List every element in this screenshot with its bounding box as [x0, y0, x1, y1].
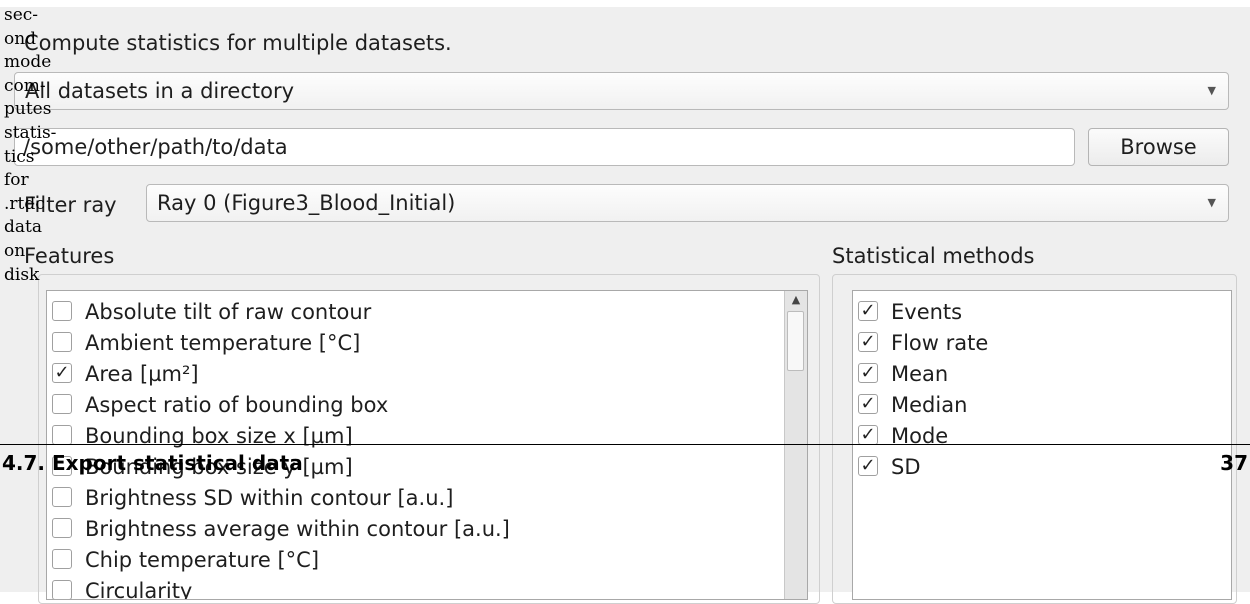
export-statistics-dialog: Compute statistics for multiple datasets… [0, 7, 1250, 604]
margin-note-line: on [4, 240, 26, 261]
methods-list[interactable]: ✓ Events ✓ Flow rate ✓ Mean ✓ Median ✓ Mode ✓… [852, 290, 1232, 600]
feature-label: Area [µm²] [85, 362, 199, 386]
scrollbar-thumb[interactable] [787, 311, 804, 371]
feature-item[interactable]: Aspect ratio of bounding box [47, 390, 807, 421]
mode-select[interactable]: All datasets in a directory ▼ [14, 72, 1229, 110]
method-item[interactable]: ✓ SD [853, 452, 1231, 483]
checkbox[interactable] [52, 394, 72, 414]
chevron-down-icon: ▼ [1207, 196, 1216, 209]
features-scrollbar[interactable]: ▲ [784, 291, 807, 599]
margin-note-line: putes [4, 99, 52, 120]
method-item[interactable]: ✓ Mode [853, 421, 1231, 452]
feature-label: Bounding box size x [µm] [85, 424, 353, 448]
footer-rule [0, 444, 1250, 445]
checkbox[interactable] [52, 518, 72, 538]
feature-item[interactable]: Brightness SD within contour [a.u.] [47, 483, 807, 514]
methods-title: Statistical methods [832, 244, 1035, 268]
feature-item[interactable]: ✓ Area [µm²] [47, 359, 807, 390]
checkbox[interactable] [52, 425, 72, 445]
margin-note-line: ond [4, 28, 37, 49]
checkbox[interactable] [52, 487, 72, 507]
method-label: Median [891, 393, 968, 417]
feature-item[interactable]: Bounding box size x [µm] [47, 421, 807, 452]
path-input[interactable]: /some/other/path/to/data [14, 128, 1075, 166]
method-label: SD [891, 455, 921, 479]
feature-item[interactable]: Absolute tilt of raw contour [47, 297, 807, 328]
method-label: Flow rate [891, 331, 989, 355]
feature-item[interactable]: Brightness average within contour [a.u.] [47, 514, 807, 545]
checkbox[interactable] [52, 549, 72, 569]
method-item[interactable]: ✓ Flow rate [853, 328, 1231, 359]
method-item[interactable]: ✓ Median [853, 390, 1231, 421]
checkbox[interactable] [52, 301, 72, 321]
method-label: Mean [891, 362, 949, 386]
feature-item[interactable]: Chip temperature [°C] [47, 545, 807, 576]
features-list[interactable]: Absolute tilt of raw contour Ambient tem… [46, 290, 808, 600]
method-item[interactable]: ✓ Events [853, 297, 1231, 328]
feature-label: Brightness average within contour [a.u.] [85, 517, 510, 541]
checkbox[interactable]: ✓ [858, 394, 878, 414]
feature-item[interactable]: Ambient temperature [°C] [47, 328, 807, 359]
margin-note: sec- ond mode com- putes statis- tics fo… [4, 4, 57, 287]
margin-note-line: mode [4, 52, 52, 73]
filter-ray-value: Ray 0 (Figure3_Blood_Initial) [157, 191, 456, 215]
checkbox[interactable]: ✓ [52, 363, 72, 383]
feature-label: Chip temperature [°C] [85, 548, 320, 572]
checkbox[interactable]: ✓ [858, 363, 878, 383]
method-item[interactable]: ✓ Mean [853, 359, 1231, 390]
checkbox[interactable] [52, 580, 72, 599]
checkbox[interactable] [52, 332, 72, 352]
checkbox[interactable]: ✓ [858, 425, 878, 445]
feature-label: Circularity [85, 579, 193, 600]
browse-button[interactable]: Browse [1088, 128, 1229, 166]
checkbox[interactable]: ✓ [858, 332, 878, 352]
dialog-heading: Compute statistics for multiple datasets… [24, 31, 452, 55]
margin-note-line: statis- [4, 122, 57, 143]
chevron-down-icon: ▼ [1207, 84, 1216, 97]
margin-note-line: for [4, 170, 29, 191]
mode-select-value: All datasets in a directory [25, 79, 295, 103]
checkbox[interactable]: ✓ [858, 301, 878, 321]
margin-note-line: disk [4, 264, 40, 285]
feature-label: Brightness SD within contour [a.u.] [85, 486, 454, 510]
margin-note-line: .rtdc [4, 193, 45, 214]
margin-note-line: tics [4, 146, 35, 167]
footer-section-title: 4.7. Export statistical data [2, 451, 303, 475]
margin-note-line: data [4, 217, 42, 238]
method-label: Mode [891, 424, 949, 448]
feature-label: Ambient temperature [°C] [85, 331, 361, 355]
margin-note-line: com- [4, 75, 46, 96]
arrow-up-icon[interactable]: ▲ [785, 293, 807, 306]
feature-label: Aspect ratio of bounding box [85, 393, 389, 417]
method-label: Events [891, 300, 963, 324]
filter-ray-select[interactable]: Ray 0 (Figure3_Blood_Initial) ▼ [146, 184, 1229, 222]
feature-label: Absolute tilt of raw contour [85, 300, 372, 324]
feature-item[interactable]: Circularity [47, 576, 807, 600]
footer-page-number: 37 [1220, 451, 1248, 475]
checkbox[interactable]: ✓ [858, 456, 878, 476]
margin-note-line: sec- [4, 5, 39, 25]
